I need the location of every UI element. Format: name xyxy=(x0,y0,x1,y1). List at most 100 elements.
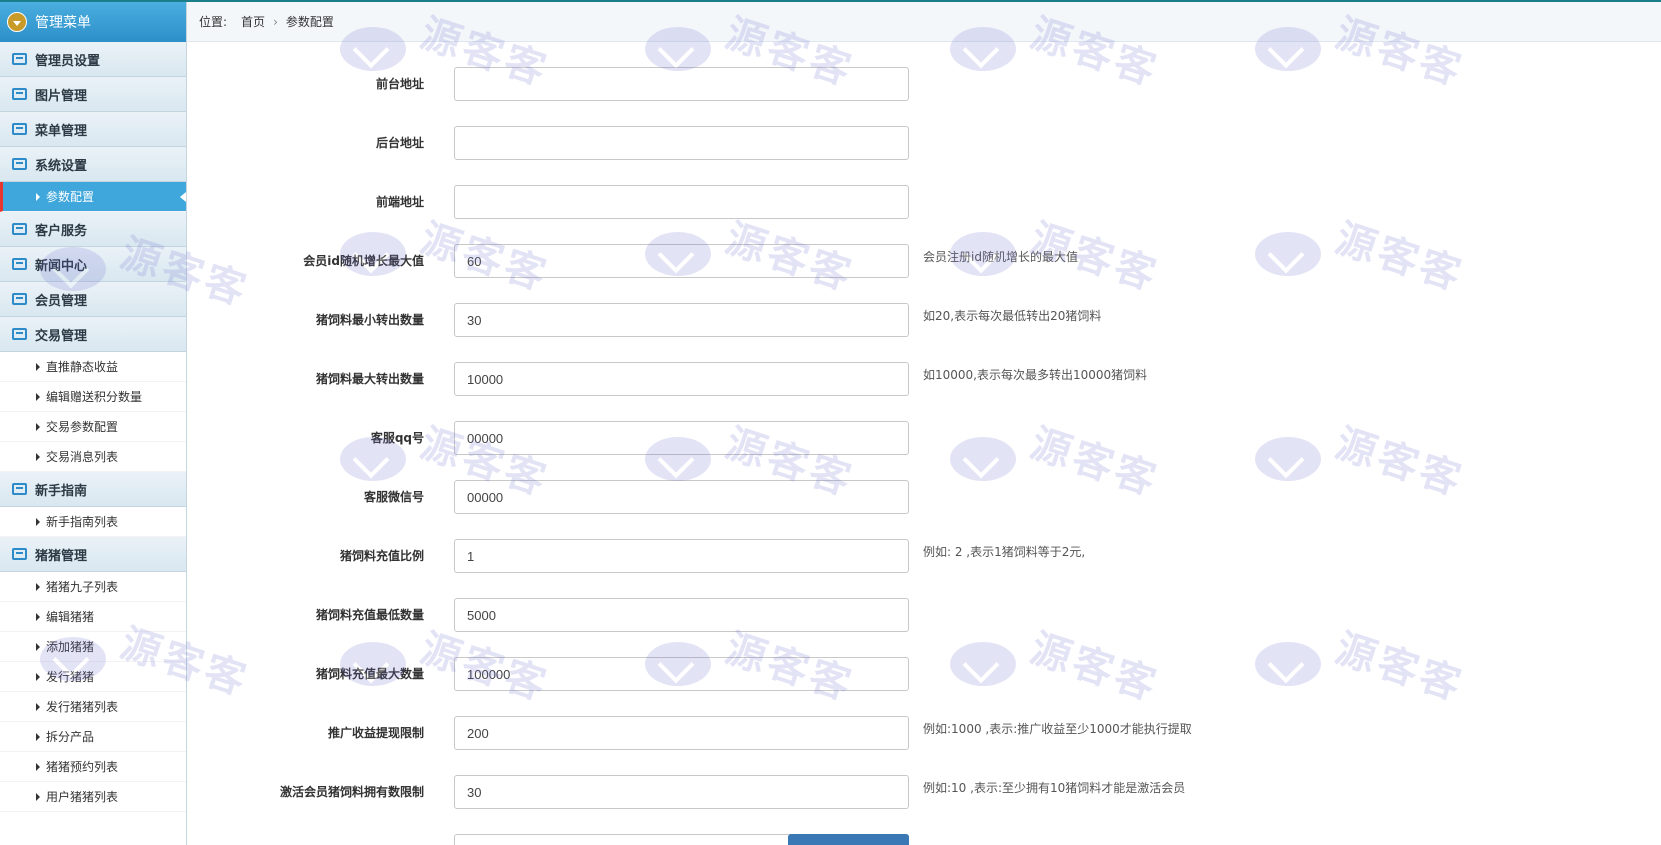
feed-max-transfer-input[interactable] xyxy=(454,362,909,396)
field-hint: 例如: 2 ,表示1猪饲料等于2元, xyxy=(923,545,1086,559)
service-qq-input[interactable] xyxy=(454,421,909,455)
field-hint: 如20,表示每次最低转出20猪饲料 xyxy=(923,309,1102,323)
sidebar-item-label: 交易消息列表 xyxy=(46,450,119,464)
field-label: 猪饲料充值最低数量 xyxy=(315,608,424,622)
section-label: 菜单管理 xyxy=(35,123,88,139)
sidebar-section-pig-management[interactable]: 猪猪管理 xyxy=(0,537,186,572)
promo-withdraw-limit-input[interactable] xyxy=(454,716,909,750)
field-hint: 会员注册id随机增长的最大值 xyxy=(923,250,1078,264)
sidebar-item-label: 猪猪预约列表 xyxy=(46,760,119,774)
form-row-active-member-feed-limit: 激活会员猪饲料拥有数限制 例如:10 ,表示:至少拥有10猪饲料才能是激活会员 xyxy=(187,775,1661,809)
service-wechat-input[interactable] xyxy=(454,480,909,514)
upload-button[interactable] xyxy=(788,834,909,845)
caret-right-icon xyxy=(36,732,40,741)
sidebar-section-beginner-guide[interactable]: 新手指南 xyxy=(0,472,186,507)
breadcrumb-home-link[interactable]: 首页 xyxy=(241,13,265,30)
message-icon xyxy=(12,223,27,235)
sidebar-item[interactable]: 拆分产品 xyxy=(0,722,186,752)
field-label: 猪饲料充值最大数量 xyxy=(315,667,424,681)
frontend-url-input[interactable] xyxy=(454,67,909,101)
feed-recharge-ratio-input[interactable] xyxy=(454,539,909,573)
breadcrumb: 位置: 首页 › 参数配置 xyxy=(187,2,1661,42)
message-icon xyxy=(12,258,27,270)
sidebar-item[interactable]: 添加猪猪 xyxy=(0,632,186,662)
form-row-feed-max-transfer: 猪饲料最大转出数量 如10000,表示每次最多转出10000猪饲料 xyxy=(187,362,1661,396)
sidebar-section-customer-service[interactable]: 客户服务 xyxy=(0,212,186,247)
sidebar-item-label: 发行猪猪列表 xyxy=(46,700,119,714)
collapse-icon[interactable] xyxy=(7,12,27,32)
sidebar-section-image-management[interactable]: 图片管理 xyxy=(0,77,186,112)
sidebar-item[interactable]: 用户猪猪列表 xyxy=(0,782,186,812)
caret-right-icon xyxy=(36,362,40,371)
message-icon xyxy=(12,53,27,65)
section-label: 新闻中心 xyxy=(35,258,88,274)
main-content: 位置: 首页 › 参数配置 前台地址 后台地址 前端地址 会员id随机增长最大值… xyxy=(187,2,1661,845)
sidebar-item[interactable]: 直推静态收益 xyxy=(0,352,186,382)
field-label: 客服qq号 xyxy=(370,431,424,445)
feed-recharge-max-input[interactable] xyxy=(454,657,909,691)
field-label: 前端地址 xyxy=(375,195,424,209)
field-hint: 例如:1000 ,表示:推广收益至少1000才能执行提取 xyxy=(923,722,1192,736)
active-member-feed-limit-input[interactable] xyxy=(454,775,909,809)
caret-right-icon xyxy=(36,762,40,771)
section-label: 会员管理 xyxy=(35,293,88,309)
field-label: 客服微信号 xyxy=(363,490,424,504)
sidebar-item[interactable]: 猪猪预约列表 xyxy=(0,752,186,782)
sidebar-item-label: 拆分产品 xyxy=(46,730,95,744)
form-row-feed-recharge-max: 猪饲料充值最大数量 xyxy=(187,657,1661,691)
sidebar-item[interactable]: 发行猪猪 xyxy=(0,662,186,692)
caret-right-icon xyxy=(36,612,40,621)
member-id-max-input[interactable] xyxy=(454,244,909,278)
sidebar-item-label: 编辑赠送积分数量 xyxy=(46,390,143,404)
sidebar-item[interactable]: 发行猪猪列表 xyxy=(0,692,186,722)
sidebar-item-label: 参数配置 xyxy=(46,190,95,204)
sidebar-item[interactable]: 编辑赠送积分数量 xyxy=(0,382,186,412)
message-icon xyxy=(12,88,27,100)
sidebar-item[interactable]: 猪猪九子列表 xyxy=(0,572,186,602)
client-url-input[interactable] xyxy=(454,185,909,219)
feed-recharge-min-input[interactable] xyxy=(454,598,909,632)
sidebar-item-label: 编辑猪猪 xyxy=(46,610,95,624)
field-label: 会员id随机增长最大值 xyxy=(303,254,424,268)
message-icon xyxy=(12,158,27,170)
section-label: 猪猪管理 xyxy=(35,548,88,564)
field-label: 猪饲料最小转出数量 xyxy=(315,313,424,327)
sidebar-item[interactable]: 交易消息列表 xyxy=(0,442,186,472)
breadcrumb-current: 参数配置 xyxy=(285,15,334,29)
message-icon xyxy=(12,123,27,135)
section-label: 交易管理 xyxy=(35,328,88,344)
feed-min-transfer-input[interactable] xyxy=(454,303,909,337)
form-row-client-url: 前端地址 xyxy=(187,185,1661,219)
sidebar-item-params-config[interactable]: 参数配置 xyxy=(0,182,186,212)
message-icon xyxy=(12,548,27,560)
section-label: 管理员设置 xyxy=(35,53,101,69)
sidebar-section-system-settings[interactable]: 系统设置 xyxy=(0,147,186,182)
sidebar-section-trade-management[interactable]: 交易管理 xyxy=(0,317,186,352)
sidebar-item-label: 新手指南列表 xyxy=(46,515,119,529)
field-label: 猪饲料充值比例 xyxy=(339,549,424,563)
sidebar-item[interactable]: 交易参数配置 xyxy=(0,412,186,442)
message-icon xyxy=(12,293,27,305)
backend-url-input[interactable] xyxy=(454,126,909,160)
sidebar-item[interactable]: 编辑猪猪 xyxy=(0,602,186,632)
sidebar-section-menu-management[interactable]: 菜单管理 xyxy=(0,112,186,147)
breadcrumb-label: 位置: xyxy=(199,15,228,29)
field-label: 激活会员猪饲料拥有数限制 xyxy=(279,785,424,799)
sidebar-section-news-center[interactable]: 新闻中心 xyxy=(0,247,186,282)
sidebar-item[interactable]: 新手指南列表 xyxy=(0,507,186,537)
section-label: 客户服务 xyxy=(35,223,88,239)
form-row-promo-withdraw-limit: 推广收益提现限制 例如:1000 ,表示:推广收益至少1000才能执行提取 xyxy=(187,716,1661,750)
sidebar-item-label: 交易参数配置 xyxy=(46,420,119,434)
field-label: 推广收益提现限制 xyxy=(327,726,424,740)
sidebar-title: 管理菜单 xyxy=(35,15,91,31)
caret-right-icon xyxy=(36,702,40,711)
caret-right-icon xyxy=(36,422,40,431)
sidebar-section-member-management[interactable]: 会员管理 xyxy=(0,282,186,317)
field-hint: 例如:10 ,表示:至少拥有10猪饲料才能是激活会员 xyxy=(923,781,1186,795)
caret-right-icon xyxy=(36,392,40,401)
caret-right-icon xyxy=(36,792,40,801)
sidebar-section-admin-settings[interactable]: 管理员设置 xyxy=(0,42,186,77)
sidebar-header[interactable]: 管理菜单 xyxy=(0,2,186,42)
form-row-feed-min-transfer: 猪饲料最小转出数量 如20,表示每次最低转出20猪饲料 xyxy=(187,303,1661,337)
sidebar-item-label: 发行猪猪 xyxy=(46,670,95,684)
